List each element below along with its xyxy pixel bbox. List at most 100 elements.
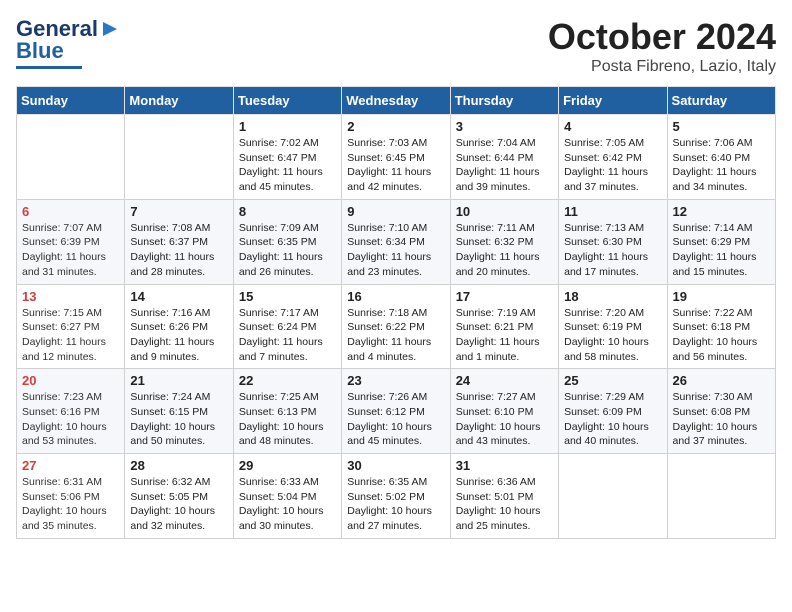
calendar-cell: 18 Sunrise: 7:20 AM Sunset: 6:19 PM Dayli… [559,284,667,369]
calendar-cell: 29 Sunrise: 6:33 AM Sunset: 5:04 PM Dayli… [233,454,341,539]
day-info: Sunrise: 7:19 AM Sunset: 6:21 PM Dayligh… [456,306,553,365]
day-number: 16 [347,289,444,304]
calendar-cell: 7 Sunrise: 7:08 AM Sunset: 6:37 PM Daylig… [125,199,233,284]
day-info: Sunrise: 7:10 AM Sunset: 6:34 PM Dayligh… [347,221,444,280]
calendar-header-row: Sunday Monday Tuesday Wednesday Thursday… [17,87,776,115]
day-number: 9 [347,204,444,219]
calendar-cell: 16 Sunrise: 7:18 AM Sunset: 6:22 PM Dayli… [342,284,450,369]
day-number: 4 [564,119,661,134]
day-info: Sunrise: 7:18 AM Sunset: 6:22 PM Dayligh… [347,306,444,365]
day-info: Sunrise: 7:30 AM Sunset: 6:08 PM Dayligh… [673,390,770,449]
day-number: 12 [673,204,770,219]
day-number: 22 [239,373,336,388]
col-tuesday: Tuesday [233,87,341,115]
day-number: 30 [347,458,444,473]
day-number: 8 [239,204,336,219]
day-number: 7 [130,204,227,219]
calendar-cell: 2Sunrise: 7:03 AM Sunset: 6:45 PM Daylig… [342,115,450,200]
calendar-week-0: 1 Sunrise: 7:02 AM Sunset: 6:47 PM Daylig… [17,115,776,200]
calendar-cell: 8 Sunrise: 7:09 AM Sunset: 6:35 PM Daylig… [233,199,341,284]
col-sunday: Sunday [17,87,125,115]
day-number: 19 [673,289,770,304]
day-number: 15 [239,289,336,304]
day-number: 13 [22,289,119,304]
day-info: Sunrise: 7:16 AM Sunset: 6:26 PM Dayligh… [130,306,227,365]
day-number: 10 [456,204,553,219]
title-block: October 2024 Posta Fibreno, Lazio, Italy [548,16,776,76]
calendar-cell [559,454,667,539]
calendar-cell: 14 Sunrise: 7:16 AM Sunset: 6:26 PM Dayli… [125,284,233,369]
calendar-week-1: 6 Sunrise: 7:07 AM Sunset: 6:39 PM Daylig… [17,199,776,284]
calendar-table: Sunday Monday Tuesday Wednesday Thursday… [16,86,776,539]
calendar-cell: 30 Sunrise: 6:35 AM Sunset: 5:02 PM Dayli… [342,454,450,539]
day-info: Sunrise: 7:29 AM Sunset: 6:09 PM Dayligh… [564,390,661,449]
day-number: 1 [239,119,336,134]
calendar-cell: 21Sunrise: 7:24 AM Sunset: 6:15 PM Dayli… [125,369,233,454]
calendar-cell: 25Sunrise: 7:29 AM Sunset: 6:09 PM Dayli… [559,369,667,454]
day-info: Sunrise: 7:23 AM Sunset: 6:16 PM Dayligh… [22,390,119,449]
day-info: Sunrise: 7:27 AM Sunset: 6:10 PM Dayligh… [456,390,553,449]
day-info: Sunrise: 7:11 AM Sunset: 6:32 PM Dayligh… [456,221,553,280]
day-number: 20 [22,373,119,388]
day-number: 26 [673,373,770,388]
day-info: Sunrise: 7:09 AM Sunset: 6:35 PM Dayligh… [239,221,336,280]
day-info: Sunrise: 7:05 AM Sunset: 6:42 PM Dayligh… [564,136,661,195]
calendar-cell: 31Sunrise: 6:36 AM Sunset: 5:01 PM Dayli… [450,454,558,539]
calendar-cell: 12 Sunrise: 7:14 AM Sunset: 6:29 PM Dayli… [667,199,775,284]
col-friday: Friday [559,87,667,115]
day-number: 23 [347,373,444,388]
day-number: 24 [456,373,553,388]
day-info: Sunrise: 7:14 AM Sunset: 6:29 PM Dayligh… [673,221,770,280]
calendar-cell: 9 Sunrise: 7:10 AM Sunset: 6:34 PM Daylig… [342,199,450,284]
day-info: Sunrise: 7:22 AM Sunset: 6:18 PM Dayligh… [673,306,770,365]
calendar-cell [125,115,233,200]
logo-underline [16,66,82,69]
day-number: 5 [673,119,770,134]
day-number: 14 [130,289,227,304]
day-number: 18 [564,289,661,304]
day-info: Sunrise: 7:25 AM Sunset: 6:13 PM Dayligh… [239,390,336,449]
calendar-week-4: 27Sunrise: 6:31 AM Sunset: 5:06 PM Dayli… [17,454,776,539]
col-monday: Monday [125,87,233,115]
calendar-cell: 10 Sunrise: 7:11 AM Sunset: 6:32 PM Dayli… [450,199,558,284]
day-info: Sunrise: 6:36 AM Sunset: 5:01 PM Dayligh… [456,475,553,534]
calendar-cell: 28 Sunrise: 6:32 AM Sunset: 5:05 PM Dayli… [125,454,233,539]
day-info: Sunrise: 7:08 AM Sunset: 6:37 PM Dayligh… [130,221,227,280]
calendar-cell: 1 Sunrise: 7:02 AM Sunset: 6:47 PM Daylig… [233,115,341,200]
calendar-cell: 17Sunrise: 7:19 AM Sunset: 6:21 PM Dayli… [450,284,558,369]
calendar-cell [17,115,125,200]
calendar-cell: 22 Sunrise: 7:25 AM Sunset: 6:13 PM Dayli… [233,369,341,454]
calendar-cell: 3Sunrise: 7:04 AM Sunset: 6:44 PM Daylig… [450,115,558,200]
calendar-cell [667,454,775,539]
logo-blue: Blue [16,38,64,64]
day-info: Sunrise: 7:20 AM Sunset: 6:19 PM Dayligh… [564,306,661,365]
calendar-cell: 27Sunrise: 6:31 AM Sunset: 5:06 PM Dayli… [17,454,125,539]
calendar-cell: 20 Sunrise: 7:23 AM Sunset: 6:16 PM Dayli… [17,369,125,454]
calendar-cell: 13 Sunrise: 7:15 AM Sunset: 6:27 PM Dayli… [17,284,125,369]
page-title: October 2024 [548,16,776,58]
logo-arrow-icon [99,18,121,40]
day-info: Sunrise: 7:06 AM Sunset: 6:40 PM Dayligh… [673,136,770,195]
day-number: 27 [22,458,119,473]
day-number: 2 [347,119,444,134]
calendar-cell: 23 Sunrise: 7:26 AM Sunset: 6:12 PM Dayli… [342,369,450,454]
col-wednesday: Wednesday [342,87,450,115]
day-number: 6 [22,204,119,219]
day-number: 3 [456,119,553,134]
calendar-week-3: 20 Sunrise: 7:23 AM Sunset: 6:16 PM Dayli… [17,369,776,454]
calendar-cell: 11Sunrise: 7:13 AM Sunset: 6:30 PM Dayli… [559,199,667,284]
day-info: Sunrise: 6:33 AM Sunset: 5:04 PM Dayligh… [239,475,336,534]
day-info: Sunrise: 7:15 AM Sunset: 6:27 PM Dayligh… [22,306,119,365]
day-info: Sunrise: 7:26 AM Sunset: 6:12 PM Dayligh… [347,390,444,449]
day-info: Sunrise: 6:35 AM Sunset: 5:02 PM Dayligh… [347,475,444,534]
day-info: Sunrise: 6:32 AM Sunset: 5:05 PM Dayligh… [130,475,227,534]
day-info: Sunrise: 7:02 AM Sunset: 6:47 PM Dayligh… [239,136,336,195]
day-number: 11 [564,204,661,219]
day-number: 29 [239,458,336,473]
calendar-cell: 26 Sunrise: 7:30 AM Sunset: 6:08 PM Dayli… [667,369,775,454]
calendar-cell: 6 Sunrise: 7:07 AM Sunset: 6:39 PM Daylig… [17,199,125,284]
calendar-cell: 5 Sunrise: 7:06 AM Sunset: 6:40 PM Daylig… [667,115,775,200]
day-number: 28 [130,458,227,473]
col-saturday: Saturday [667,87,775,115]
day-info: Sunrise: 7:07 AM Sunset: 6:39 PM Dayligh… [22,221,119,280]
